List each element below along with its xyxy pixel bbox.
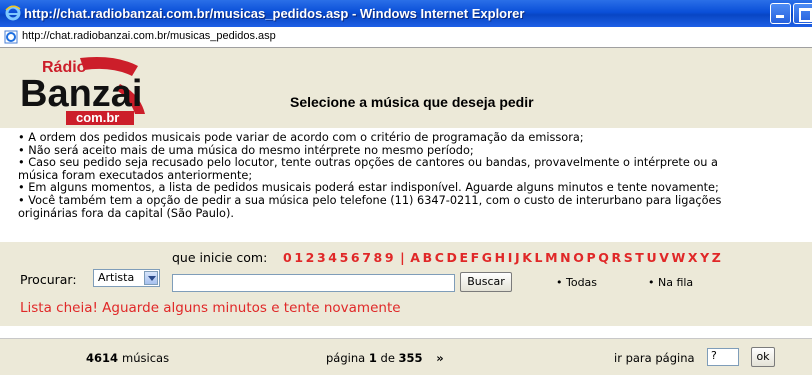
starts-with-label: que inicie com: xyxy=(172,250,268,265)
goto-page-input[interactable]: ? xyxy=(707,348,739,366)
filter-letter-o[interactable]: O xyxy=(573,250,585,265)
page-prefix: página xyxy=(326,351,366,365)
page-content: Rádio Banzai com.br Selecione a música q… xyxy=(0,48,812,375)
ie-icon xyxy=(5,5,21,21)
page-total: 355 xyxy=(398,351,423,365)
search-type-value: Artista xyxy=(98,271,135,284)
page-info: página 1 de 355 » xyxy=(326,351,444,365)
song-count-label: músicas xyxy=(122,351,170,365)
page-icon xyxy=(4,30,18,44)
filter-letter-a[interactable]: A xyxy=(410,250,421,265)
alphabet-filter: 0123456789 | ABCDEFGHIJKLMNOPQRSTUVWXYZ xyxy=(283,250,723,265)
filter-letter-h[interactable]: H xyxy=(495,250,507,265)
page-of: de xyxy=(380,351,395,365)
page-title: Selecione a música que deseja pedir xyxy=(290,94,534,110)
filter-letter-x[interactable]: X xyxy=(688,250,699,265)
svg-text:Banzai: Banzai xyxy=(20,73,142,115)
chevron-down-icon[interactable] xyxy=(144,271,158,285)
svg-text:com.br: com.br xyxy=(76,110,119,125)
page-header: Rádio Banzai com.br Selecione a música q… xyxy=(0,48,812,128)
filter-digit-0[interactable]: 0 xyxy=(283,250,293,265)
filter-letter-v[interactable]: V xyxy=(659,250,670,265)
song-count-value: 4614 xyxy=(86,351,119,365)
search-panel: Procurar: Artista que inicie com: 012345… xyxy=(0,241,812,326)
rule-line: • Caso seu pedido seja recusado pelo loc… xyxy=(18,156,718,170)
filter-digit-1[interactable]: 1 xyxy=(294,250,304,265)
option-queue-link[interactable]: • Na fila xyxy=(648,276,693,289)
filter-letter-s[interactable]: S xyxy=(624,250,635,265)
filter-digit-8[interactable]: 8 xyxy=(374,250,384,265)
rule-line: originárias fora da capital (São Paulo). xyxy=(18,206,234,220)
filter-letter-b[interactable]: B xyxy=(423,250,434,265)
warning-message: Lista cheia! Aguarde alguns minutos e te… xyxy=(20,300,401,316)
procurar-label: Procurar: xyxy=(20,272,77,287)
filter-digit-6[interactable]: 6 xyxy=(351,250,361,265)
filter-digit-3[interactable]: 3 xyxy=(317,250,327,265)
filter-letter-t[interactable]: T xyxy=(635,250,645,265)
song-count: 4614 músicas xyxy=(86,351,169,365)
filter-separator: | xyxy=(400,250,407,265)
filter-letter-e[interactable]: E xyxy=(459,250,469,265)
filter-digit-9[interactable]: 9 xyxy=(385,250,395,265)
pagination-bar: 4614 músicas página 1 de 355 » ir para pá… xyxy=(0,338,812,375)
minimize-button[interactable] xyxy=(770,3,791,24)
address-bar[interactable]: http://chat.radiobanzai.com.br/musicas_p… xyxy=(0,27,812,48)
option-all-link[interactable]: • Todas xyxy=(556,276,597,289)
goto-ok-button[interactable]: ok xyxy=(751,347,775,367)
filter-letter-m[interactable]: M xyxy=(545,250,559,265)
window-titlebar[interactable]: http://chat.radiobanzai.com.br/musicas_p… xyxy=(0,0,812,27)
filter-letter-j[interactable]: J xyxy=(515,250,521,265)
search-button[interactable]: Buscar xyxy=(460,272,512,292)
radio-banzai-logo: Rádio Banzai com.br xyxy=(20,57,145,125)
maximize-button[interactable] xyxy=(793,3,812,24)
filter-letter-w[interactable]: W xyxy=(671,250,686,265)
filter-letter-c[interactable]: C xyxy=(435,250,446,265)
filter-letter-g[interactable]: G xyxy=(482,250,494,265)
filter-letter-z[interactable]: Z xyxy=(712,250,723,265)
page-current: 1 xyxy=(368,351,377,365)
filter-digit-4[interactable]: 4 xyxy=(328,250,338,265)
filter-letter-i[interactable]: I xyxy=(508,250,514,265)
search-input[interactable] xyxy=(172,274,455,292)
filter-letter-y[interactable]: Y xyxy=(700,250,711,265)
rule-line: • Você também tem a opção de pedir a sua… xyxy=(18,193,722,207)
filter-digit-5[interactable]: 5 xyxy=(340,250,350,265)
address-url: http://chat.radiobanzai.com.br/musicas_p… xyxy=(22,30,276,42)
rule-line: • A ordem dos pedidos musicais pode vari… xyxy=(18,131,584,144)
search-type-select[interactable]: Artista xyxy=(93,269,160,287)
filter-letter-u[interactable]: U xyxy=(646,250,658,265)
filter-letter-q[interactable]: Q xyxy=(598,250,610,265)
filter-letter-n[interactable]: N xyxy=(560,250,572,265)
filter-letter-k[interactable]: K xyxy=(522,250,533,265)
window-title: http://chat.radiobanzai.com.br/musicas_p… xyxy=(24,6,525,21)
filter-letter-f[interactable]: F xyxy=(471,250,481,265)
goto-label: ir para página xyxy=(614,351,695,365)
filter-letter-l[interactable]: L xyxy=(535,250,545,265)
rules-list: • A ordem dos pedidos musicais pode vari… xyxy=(18,131,808,220)
filter-letter-p[interactable]: P xyxy=(586,250,597,265)
filter-digit-2[interactable]: 2 xyxy=(306,250,316,265)
next-page-link[interactable]: » xyxy=(436,351,443,365)
filter-letter-d[interactable]: D xyxy=(447,250,459,265)
filter-digit-7[interactable]: 7 xyxy=(362,250,372,265)
filter-letter-r[interactable]: R xyxy=(611,250,622,265)
